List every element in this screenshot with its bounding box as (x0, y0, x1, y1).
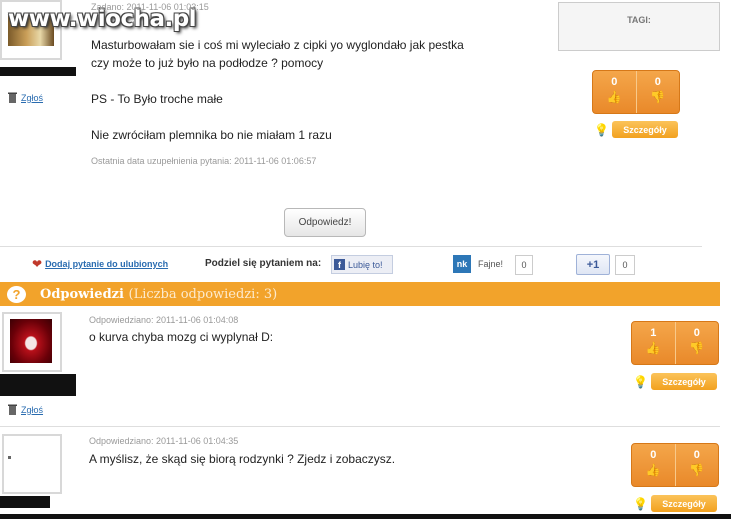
vote-up-button[interactable]: 0 👍 (593, 71, 636, 113)
thumb-down-icon: 👎 (689, 463, 705, 477)
answer-avatar[interactable] (2, 312, 62, 372)
thumb-up-icon: 👍 (645, 341, 661, 355)
divider (0, 426, 720, 427)
tags-box: TAGI: (558, 2, 720, 51)
answers-header: ? Odpowiedzi (Liczba odpowiedzi: 3) (0, 282, 720, 306)
question-line-1: Masturbowałam sie i coś mi wyleciało z c… (91, 38, 464, 52)
details-button[interactable]: Szczegóły (650, 495, 717, 512)
details-label: Szczegóły (662, 376, 706, 387)
answers-title: Odpowiedzi (Liczba odpowiedzi: 3) (40, 287, 277, 302)
vote-up-button[interactable]: 0 👍 (632, 444, 675, 486)
question-line-3: PS - To Było troche małe (91, 92, 223, 106)
answer-date: Odpowiedziano: 2011-11-06 01:04:08 (89, 315, 239, 325)
divider (0, 246, 702, 247)
details-button[interactable]: Szczegóły (611, 121, 678, 138)
nk-count: 0 (515, 255, 533, 275)
answer-details: 💡 Szczegóły (633, 373, 717, 390)
thumb-up-icon: 👍 (645, 463, 661, 477)
vote-down-count: 0 (654, 76, 661, 88)
answer-details: 💡 Szczegóły (633, 495, 717, 512)
vote-up-count: 1 (650, 327, 657, 339)
facebook-like-button[interactable]: f Lubię to! (331, 255, 393, 274)
question-asked-date: Zadano: 2011-11-06 01:03:15 (91, 2, 209, 12)
question-updated-date: Ostatnia data uzupełnienia pytania: 2011… (91, 156, 317, 166)
vote-down-count: 0 (693, 327, 700, 339)
gplus-button[interactable]: +1 (576, 254, 610, 275)
question-report-link[interactable]: Zgłoś (8, 92, 43, 103)
vote-down-button[interactable]: 0 👎 (674, 322, 719, 364)
answer-text: o kurva chyba mozg ci wyplynał D: (89, 330, 274, 344)
nk-logo-text: nk (456, 259, 468, 269)
vote-down-button[interactable]: 0 👎 (635, 71, 680, 113)
nk-icon[interactable]: nk (453, 255, 471, 273)
bottom-border (0, 514, 731, 519)
answer-button[interactable]: Odpowiedz! (284, 208, 366, 237)
gplus-label: +1 (586, 258, 600, 271)
answer-avatar[interactable] (2, 434, 62, 494)
question-details: 💡 Szczegóły (594, 121, 678, 138)
details-label: Szczegóły (662, 498, 706, 509)
lightbulb-icon: 💡 (633, 496, 648, 511)
answers-title-text: Odpowiedzi (40, 286, 124, 302)
add-favorite-label: Dodaj pytanie do ulubionych (45, 259, 169, 269)
question-vote-box: 0 👍 0 👎 (592, 70, 680, 114)
nk-fajne-label[interactable]: Fajne! (478, 259, 503, 269)
username-redacted (0, 67, 76, 76)
vote-down-count: 0 (693, 449, 700, 461)
vote-down-button[interactable]: 0 👎 (674, 444, 719, 486)
trash-icon (8, 404, 17, 415)
vote-up-button[interactable]: 1 👍 (632, 322, 675, 364)
answer-vote-box: 0 👍 0 👎 (631, 443, 719, 487)
vote-up-count: 0 (650, 449, 657, 461)
answer-vote-box: 1 👍 0 👎 (631, 321, 719, 365)
thumb-down-icon: 👎 (650, 90, 666, 104)
report-label: Zgłoś (21, 92, 44, 103)
answer-date: Odpowiedziano: 2011-11-06 01:04:35 (89, 436, 239, 446)
tags-label: TAGI: (627, 15, 651, 25)
answer-report-link[interactable]: Zgłoś (8, 404, 43, 415)
thumb-up-icon: 👍 (606, 90, 622, 104)
answer-button-label: Odpowiedz! (298, 217, 352, 228)
details-button[interactable]: Szczegóły (650, 373, 717, 390)
heart-icon: ❤ (32, 257, 43, 271)
answers-count: (Liczba odpowiedzi: 3) (128, 286, 278, 302)
share-label: Podziel się pytaniem na: (205, 258, 322, 269)
facebook-icon: f (334, 259, 345, 270)
trash-icon (8, 92, 17, 103)
question-line-4: Nie zwróciłam plemnika bo nie miałam 1 r… (91, 128, 332, 142)
avatar-image (10, 319, 52, 363)
lightbulb-icon: 💡 (594, 122, 609, 137)
facebook-like-label: Lubię to! (348, 259, 383, 270)
vote-up-count: 0 (611, 76, 618, 88)
gplus-count: 0 (615, 255, 635, 275)
answer-text: A myślisz, że skąd się biorą rodzynki ? … (89, 452, 396, 466)
username-redacted (0, 374, 76, 396)
details-label: Szczegóły (623, 124, 667, 135)
thumb-down-icon: 👎 (689, 341, 705, 355)
question-line-2: czy może to już było na podłodze ? pomoc… (91, 56, 324, 70)
username-redacted (0, 496, 50, 508)
question-bubble-icon: ? (7, 285, 26, 303)
report-label: Zgłoś (21, 404, 44, 415)
lightbulb-icon: 💡 (633, 374, 648, 389)
add-favorite-link[interactable]: ❤ Dodaj pytanie do ulubionych (32, 257, 168, 271)
avatar-image (8, 456, 11, 459)
